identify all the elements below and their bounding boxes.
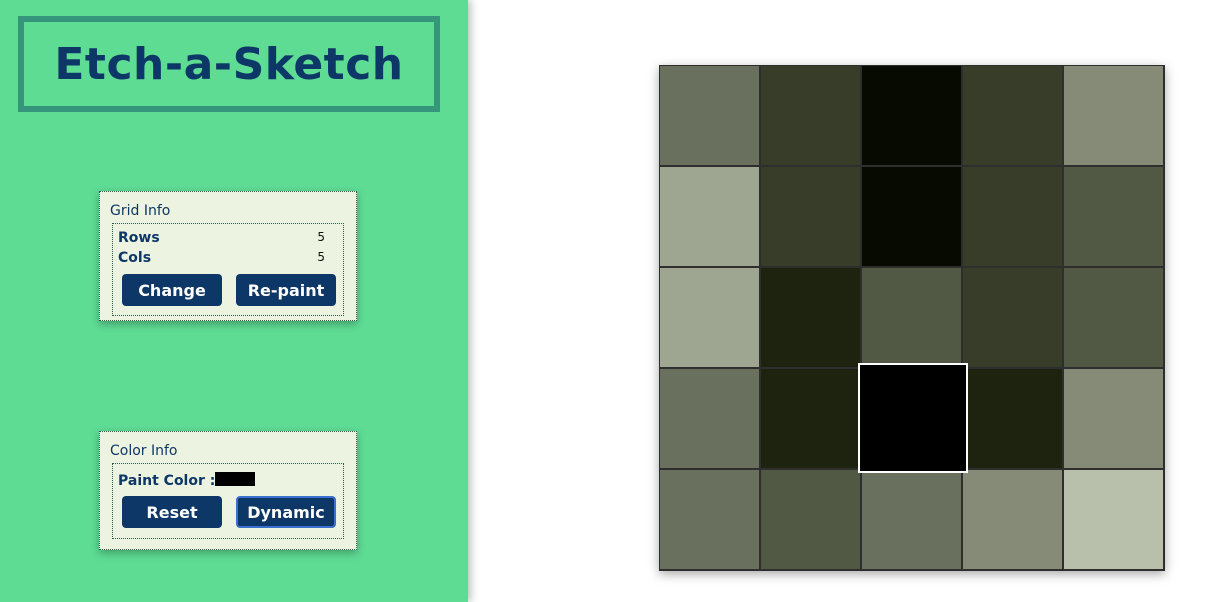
grid-cell[interactable]	[963, 369, 1062, 468]
title-banner: Etch-a-Sketch	[18, 16, 440, 112]
sidebar: Etch-a-Sketch Grid Info Rows 5 Cols 5 Ch…	[0, 0, 468, 602]
grid-cell[interactable]	[761, 369, 860, 468]
grid-cell[interactable]	[963, 470, 1062, 569]
change-button[interactable]: Change	[122, 274, 222, 306]
grid-cell[interactable]	[761, 268, 860, 367]
grid-cell[interactable]	[1064, 369, 1163, 468]
grid-cell[interactable]	[1064, 470, 1163, 569]
grid-cell[interactable]	[1064, 167, 1163, 266]
reset-button[interactable]: Reset	[122, 496, 222, 528]
grid-info-title: Grid Info	[110, 203, 171, 219]
grid-cell[interactable]	[862, 268, 961, 367]
grid-info-body: Rows 5 Cols 5 Change Re-paint	[112, 223, 344, 316]
sketch-grid[interactable]	[659, 65, 1165, 571]
paint-color-swatch[interactable]	[215, 472, 255, 486]
grid-info-panel: Grid Info Rows 5 Cols 5 Change Re-paint	[99, 191, 357, 321]
grid-cell[interactable]	[761, 470, 860, 569]
rows-label: Rows	[118, 230, 160, 246]
grid-cell[interactable]	[862, 470, 961, 569]
rows-value: 5	[317, 230, 325, 244]
grid-cell[interactable]	[1064, 268, 1163, 367]
paint-color-label: Paint Color :	[118, 473, 216, 489]
color-info-panel: Color Info Paint Color : Reset Dynamic	[99, 431, 357, 550]
grid-cell[interactable]	[761, 66, 860, 165]
grid-cell[interactable]	[761, 167, 860, 266]
repaint-button[interactable]: Re-paint	[236, 274, 336, 306]
grid-cell[interactable]	[1064, 66, 1163, 165]
grid-cell[interactable]	[862, 167, 961, 266]
dynamic-button[interactable]: Dynamic	[236, 496, 336, 528]
grid-cell[interactable]	[963, 66, 1062, 165]
cols-value: 5	[317, 250, 325, 264]
grid-cell[interactable]	[858, 363, 968, 473]
grid-cell[interactable]	[963, 268, 1062, 367]
app-title: Etch-a-Sketch	[54, 38, 404, 90]
color-info-title: Color Info	[110, 443, 178, 459]
grid-cell[interactable]	[660, 470, 759, 569]
grid-cell[interactable]	[660, 167, 759, 266]
grid-cell[interactable]	[862, 66, 961, 165]
grid-cell[interactable]	[660, 268, 759, 367]
color-info-body: Paint Color : Reset Dynamic	[112, 463, 344, 539]
cols-label: Cols	[118, 250, 152, 266]
grid-cell[interactable]	[660, 66, 759, 165]
grid-cell[interactable]	[963, 167, 1062, 266]
grid-cell[interactable]	[660, 369, 759, 468]
